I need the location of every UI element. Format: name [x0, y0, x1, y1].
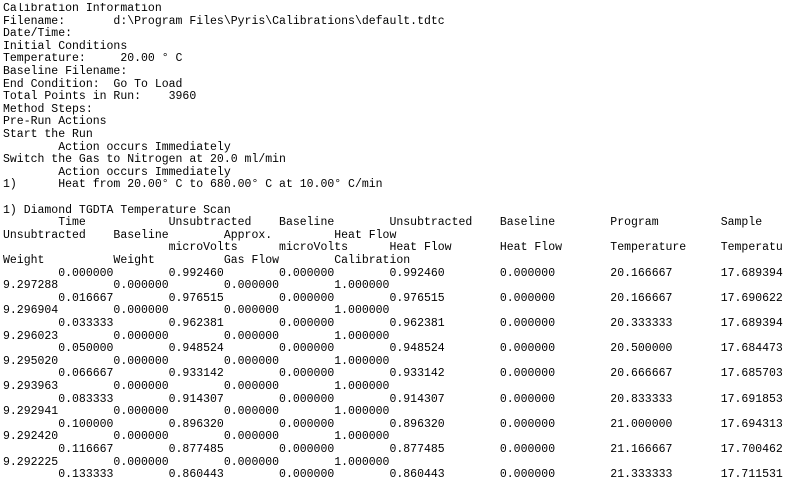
text-line: Switch the Gas to Nitrogen at 20.0 ml/mi…	[3, 153, 286, 167]
vertical-scrollbar[interactable]	[786, 0, 800, 489]
text-line: 9.292941 0.000000 0.000000 1.000000	[3, 405, 390, 419]
text-line: 1) Heat from 20.00° C to 680.00° C at 10…	[3, 178, 383, 192]
text-line: 0.116667 0.877485 0.000000 0.877485 0.00…	[3, 443, 783, 456]
text-line: 0.133333 0.860443 0.000000 0.860443 0.00…	[3, 468, 783, 482]
text-viewer-window: Calibration Information Filename: d:\Pro…	[0, 0, 800, 489]
text-line: Calibration Information	[3, 3, 162, 15]
text-line: Time Unsubtracted Baseline Unsubtracted …	[3, 216, 763, 230]
text-line: Date/Time:	[3, 27, 73, 41]
text-line: Baseline Filename:	[3, 65, 128, 78]
text-line: 0.050000 0.948524 0.000000 0.948524 0.00…	[3, 342, 783, 356]
text-line: Start the Run	[3, 128, 93, 141]
text-line: Total Points in Run: 3960	[3, 90, 197, 104]
text-line: 9.297288 0.000000 0.000000 1.000000	[3, 279, 390, 293]
text-line: 9.293963 0.000000 0.000000 1.000000	[3, 380, 390, 393]
text-line: Weight Weight Gas Flow Calibration	[3, 254, 411, 267]
text-line: 0.033333 0.962381 0.000000 0.962381 0.00…	[3, 317, 783, 330]
text-content-area[interactable]: Calibration Information Filename: d:\Pro…	[3, 3, 783, 489]
